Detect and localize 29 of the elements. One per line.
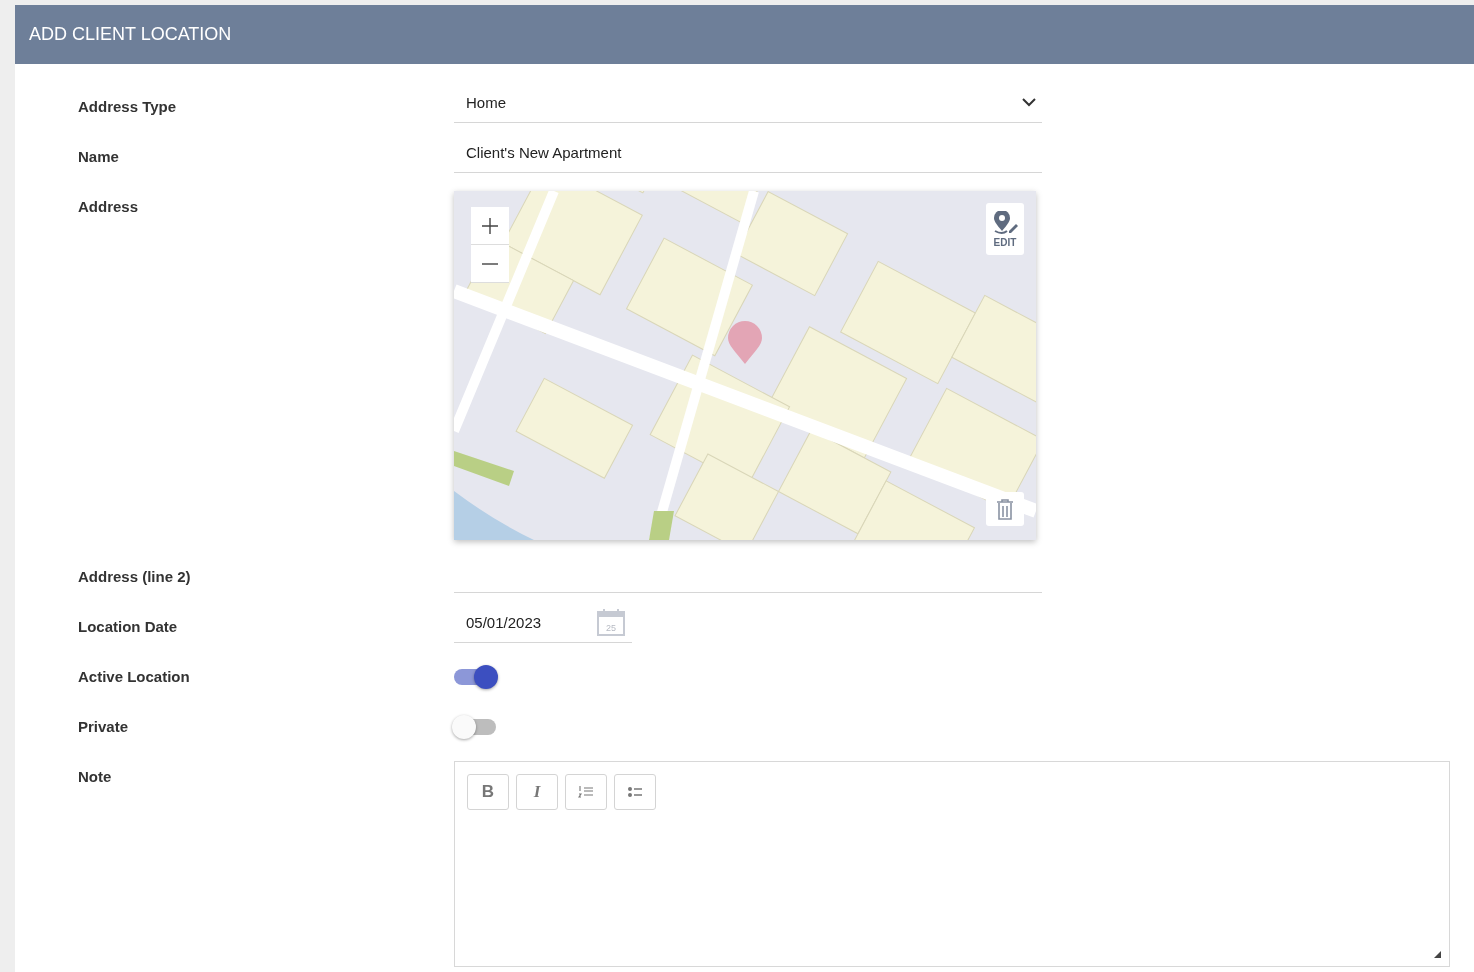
date-field[interactable]: 05/01/2023 25 [454,602,632,643]
minus-icon [481,262,499,265]
map-pin-icon [727,321,763,365]
trash-icon [995,498,1015,520]
field-label: Name [78,147,120,167]
field-label: Note [78,767,113,787]
select-field[interactable]: Home [454,82,1042,123]
dialog-title: ADD CLIENT LOCATION [29,24,232,45]
field-label: Active Location [78,667,191,687]
bulleted-list-icon [627,785,643,799]
field-label: Address Type [78,97,178,117]
note-editor[interactable]: B I [454,761,1450,967]
plus-icon [481,216,499,235]
field-label: Location Date [78,617,179,637]
input-field[interactable]: Client's New Apartment [454,132,1042,173]
pin-edit-icon [992,210,1018,235]
calendar-icon: 25 [596,608,626,636]
field-label: Private [78,717,130,737]
bulleted-list-button[interactable] [614,774,656,810]
resize-grip-icon [1434,951,1441,958]
bold-button[interactable]: B [467,774,509,810]
numbered-list-icon [578,785,594,799]
edit-location-button[interactable]: EDIT [986,203,1024,255]
numbered-list-button[interactable] [565,774,607,810]
italic-button[interactable]: I [516,774,558,810]
field-label: Address [78,197,140,217]
delete-button[interactable] [986,492,1024,526]
field-label: Address (line 2) [78,567,192,587]
chevron-down-icon [1022,97,1036,107]
